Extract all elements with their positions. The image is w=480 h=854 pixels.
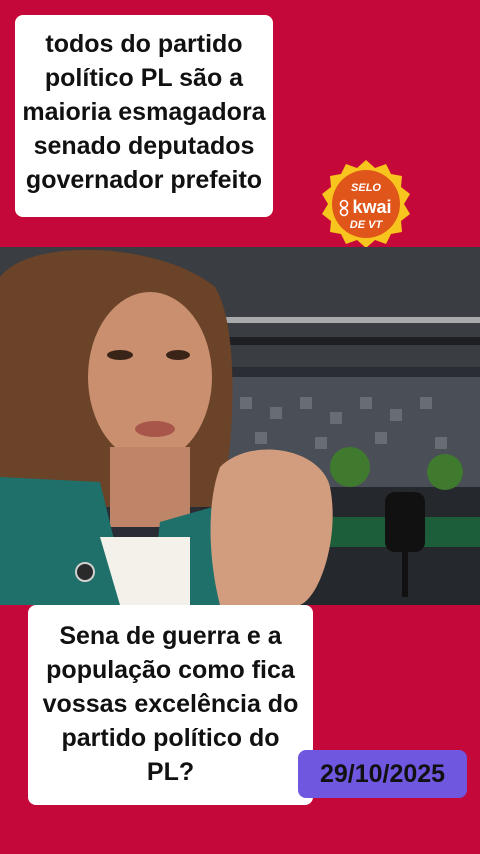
caption-line: governador prefeito: [25, 166, 263, 194]
badge-line2: kwai: [352, 197, 391, 217]
caption-line: todos do partido: [45, 30, 243, 58]
caption-line: vossas excelência do: [42, 690, 299, 718]
caption-line: maioria esmagadora: [22, 98, 266, 126]
bottom-caption: Sena de guerra e a população como fica v…: [28, 605, 313, 805]
date-label: 29/10/2025: [298, 750, 467, 798]
caption-line: senado deputados: [33, 132, 255, 160]
caption-line: Sena de guerra e a: [59, 622, 282, 650]
kwai-seal-badge: SELO kwai DE VT: [322, 160, 410, 248]
top-caption: todos do partido político PL são a maior…: [15, 15, 273, 217]
video-scene: [0, 247, 480, 605]
video-frame[interactable]: [0, 247, 480, 605]
badge-line1: SELO: [351, 182, 381, 194]
caption-line: PL?: [146, 758, 195, 786]
caption-line: partido político do: [61, 724, 280, 752]
caption-line: político PL são a: [44, 64, 244, 92]
caption-line: população como fica: [46, 656, 295, 684]
badge-line3: DE VT: [350, 219, 384, 231]
